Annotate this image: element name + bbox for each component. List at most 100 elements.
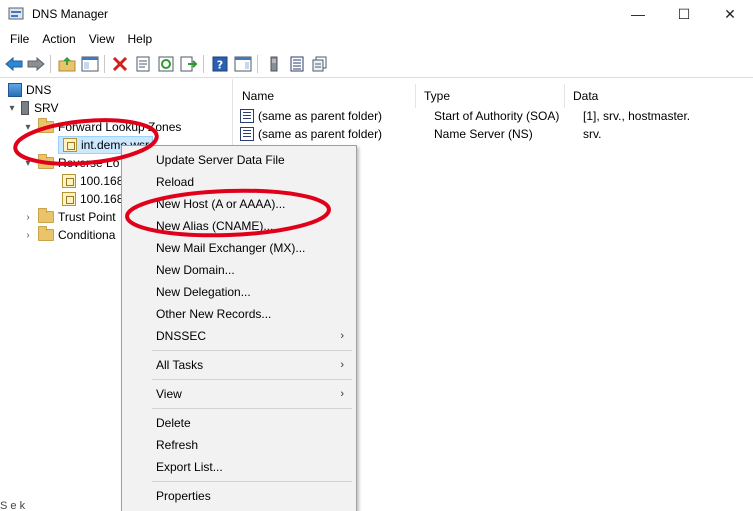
column-header-name[interactable]: Name [234, 84, 416, 108]
record-data: srv. [583, 127, 602, 141]
record-icon [240, 127, 254, 141]
folder-icon [38, 208, 54, 223]
status-bar-text: S e k [0, 500, 26, 511]
delete-x-icon [112, 56, 128, 72]
toolbar-separator [50, 55, 51, 73]
export-list-button[interactable] [179, 54, 199, 74]
tree-item-dns[interactable]: DNS [8, 81, 51, 99]
menu-item-all-tasks[interactable]: All Tasks › [122, 354, 356, 376]
menu-view[interactable]: View [83, 30, 121, 48]
menu-item-reload[interactable]: Reload [122, 171, 356, 193]
menu-item-new-delegation[interactable]: New Delegation... [122, 281, 356, 303]
tree-item-conditional-forwarders[interactable]: › Conditiona [22, 226, 115, 244]
export-list-icon [180, 56, 198, 72]
record-type: Start of Authority (SOA) [434, 109, 560, 123]
close-icon: ✕ [724, 5, 736, 22]
tree-item-reverse-zone-2[interactable]: 100.168 [58, 190, 123, 208]
dns-manager-app-icon [8, 7, 24, 20]
menu-item-export-list[interactable]: Export List... [122, 456, 356, 478]
menu-item-label: DNSSEC [156, 329, 207, 343]
svg-text:?: ? [217, 59, 223, 72]
tree-item-trust-points[interactable]: › Trust Point [22, 208, 116, 226]
tree-item-label: 100.168 [80, 174, 124, 188]
zone-icon [63, 138, 77, 152]
menu-item-new-domain[interactable]: New Domain... [122, 259, 356, 281]
title-bar: DNS Manager — ☐ ✕ [0, 0, 753, 28]
tree-item-reverse-zone-1[interactable]: 100.168 [58, 172, 123, 190]
properties-button[interactable] [133, 54, 153, 74]
minimize-icon: — [631, 6, 645, 22]
chevron-down-icon[interactable]: ▾ [22, 158, 34, 169]
copy-records-button[interactable] [310, 54, 330, 74]
menu-action[interactable]: Action [36, 30, 81, 48]
zone-icon [62, 174, 76, 188]
menu-item-label: All Tasks [156, 358, 204, 372]
window-title: DNS Manager [32, 7, 109, 21]
column-header-type[interactable]: Type [416, 84, 565, 108]
tree-item-srv[interactable]: ▾ SRV [6, 99, 58, 117]
back-arrow-icon [5, 57, 23, 71]
close-button[interactable]: ✕ [707, 0, 753, 28]
maximize-icon: ☐ [677, 5, 691, 22]
menu-item-delete[interactable]: Delete [122, 412, 356, 434]
dns-root-icon [8, 83, 22, 97]
toolbar-separator [104, 55, 105, 73]
filter-server-button[interactable] [264, 54, 284, 74]
table-row[interactable]: (same as parent folder) Name Server (NS)… [240, 125, 601, 143]
tree-item-label: Trust Point [58, 210, 116, 224]
console-tree-icon [81, 56, 99, 72]
menu-item-view[interactable]: View › [122, 383, 356, 405]
toolbar-separator [257, 55, 258, 73]
action-pane-button[interactable] [233, 54, 253, 74]
tree-item-label: Reverse Lo [58, 156, 120, 170]
column-header-data[interactable]: Data [565, 84, 753, 108]
folder-icon [38, 226, 54, 241]
show-hide-console-tree-button[interactable] [80, 54, 100, 74]
submenu-arrow-icon: › [340, 330, 344, 342]
menu-item-update-server-data-file[interactable]: Update Server Data File [122, 149, 356, 171]
tree-item-label: DNS [26, 83, 52, 97]
submenu-arrow-icon: › [340, 359, 344, 371]
menu-bar: File Action View Help [0, 28, 753, 50]
server-icon [21, 101, 29, 115]
forward-button[interactable] [26, 54, 46, 74]
chevron-right-icon[interactable]: › [22, 212, 34, 223]
menu-item-label: View [156, 387, 182, 401]
minimize-button[interactable]: — [615, 0, 661, 28]
menu-item-new-host[interactable]: New Host (A or AAAA)... [122, 193, 356, 215]
folder-up-icon [58, 57, 76, 72]
menu-item-new-alias[interactable]: New Alias (CNAME)... [122, 215, 356, 237]
tree-item-reverse-lookup-zones[interactable]: ▾ Reverse Lo [22, 154, 119, 172]
menu-separator [152, 481, 352, 482]
tree-item-label: SRV [34, 101, 59, 115]
up-folder-button[interactable] [57, 54, 77, 74]
table-row[interactable]: (same as parent folder) Start of Authori… [240, 107, 690, 125]
menu-item-refresh[interactable]: Refresh [122, 434, 356, 456]
zone-icon [62, 192, 76, 206]
menu-file[interactable]: File [4, 30, 35, 48]
action-pane-icon [234, 56, 252, 72]
menu-item-other-new-records[interactable]: Other New Records... [122, 303, 356, 325]
chevron-down-icon[interactable]: ▾ [6, 103, 18, 114]
menu-item-new-mail-exchanger[interactable]: New Mail Exchanger (MX)... [122, 237, 356, 259]
back-button[interactable] [4, 54, 24, 74]
refresh-button[interactable] [156, 54, 176, 74]
tree-item-label: Conditiona [58, 228, 116, 242]
help-button[interactable]: ? [210, 54, 230, 74]
delete-button[interactable] [110, 54, 130, 74]
context-menu: Update Server Data File Reload New Host … [121, 145, 357, 511]
maximize-button[interactable]: ☐ [661, 0, 707, 28]
menu-item-dnssec[interactable]: DNSSEC › [122, 325, 356, 347]
properties-sheet-icon [136, 56, 150, 72]
menu-item-properties[interactable]: Properties [122, 485, 356, 507]
server-tower-icon [270, 56, 278, 72]
tree-item-label: Forward Lookup Zones [58, 120, 182, 134]
chevron-down-icon[interactable]: ▾ [22, 122, 34, 133]
folder-icon [38, 154, 54, 169]
refresh-icon [158, 56, 174, 72]
menu-help[interactable]: Help [122, 30, 159, 48]
tree-item-forward-lookup-zones[interactable]: ▾ Forward Lookup Zones [22, 118, 181, 136]
filter-list-button[interactable] [287, 54, 307, 74]
chevron-right-icon[interactable]: › [22, 230, 34, 241]
help-icon: ? [212, 56, 228, 72]
